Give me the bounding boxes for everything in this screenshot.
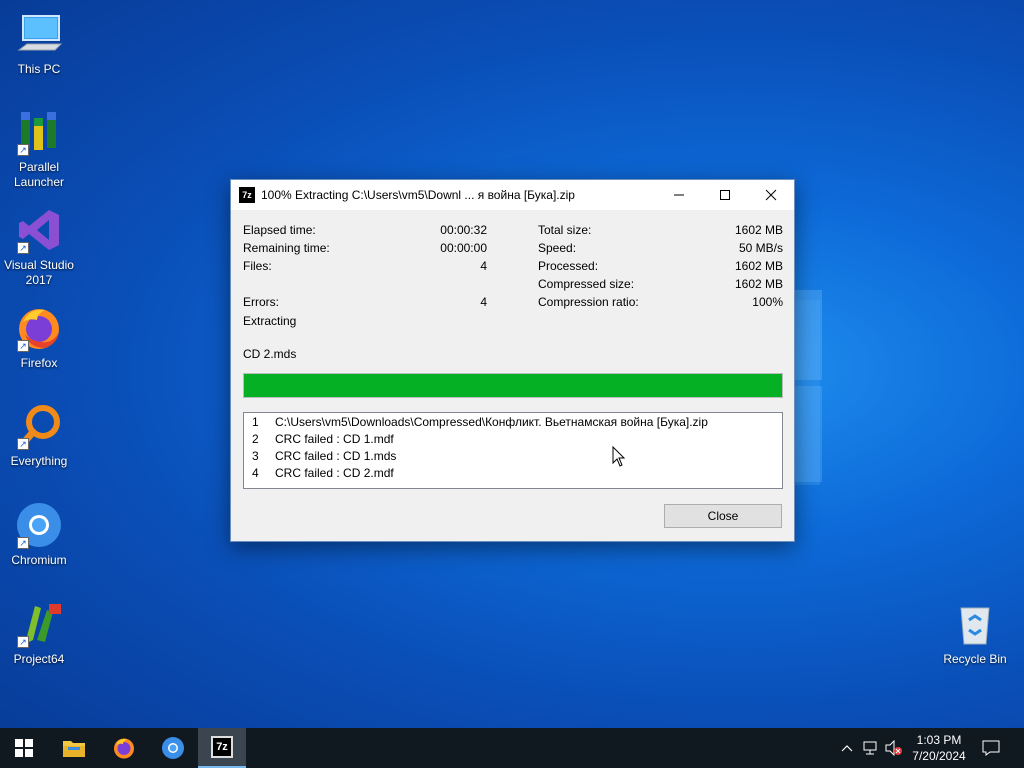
taskbar: 7z 1:03 PM 7/20/2024 xyxy=(0,728,1024,768)
maximize-button[interactable] xyxy=(702,180,748,210)
compressed-size-label: Compressed size: xyxy=(538,277,635,291)
minimize-button[interactable] xyxy=(656,180,702,210)
speed-value: 50 MB/s xyxy=(738,241,783,255)
project64-icon: ↗ xyxy=(15,600,63,648)
firefox-icon xyxy=(114,738,134,759)
desktop-icon-firefox[interactable]: ↗ Firefox xyxy=(1,304,77,371)
speed-label: Speed: xyxy=(538,241,577,255)
wallpaper-window-pane xyxy=(794,386,822,482)
shortcut-arrow-icon: ↗ xyxy=(17,242,29,254)
desktop-icon-parallel-launcher[interactable]: ↗ Parallel Launcher xyxy=(1,108,77,190)
clock-time: 1:03 PM xyxy=(916,733,962,747)
firefox-icon: ↗ xyxy=(15,304,63,352)
extraction-progress-bar xyxy=(243,373,783,398)
dialog-titlebar[interactable]: 7z 100% Extracting C:\Users\vm5\Downl ..… xyxy=(231,180,794,210)
processed-value: 1602 MB xyxy=(734,259,783,273)
mouse-cursor-icon xyxy=(612,446,626,467)
visual-studio-icon: ↗ xyxy=(15,206,63,254)
action-center-button[interactable] xyxy=(978,728,1004,768)
desktop-icon-everything[interactable]: ↗ Everything xyxy=(1,402,77,469)
total-size-value: 1602 MB xyxy=(734,223,783,237)
desktop-icon-project64[interactable]: ↗ Project64 xyxy=(1,600,77,667)
recycle-bin-icon xyxy=(951,600,999,648)
shortcut-arrow-icon: ↗ xyxy=(17,636,29,648)
errors-value: 4 xyxy=(480,295,487,309)
dialog-title: 100% Extracting C:\Users\vm5\Downl ... я… xyxy=(261,188,575,202)
files-label: Files: xyxy=(243,259,272,273)
processed-label: Processed: xyxy=(538,259,599,273)
taskbar-chromium[interactable] xyxy=(149,728,197,768)
chevron-up-icon xyxy=(841,745,853,752)
everything-search-icon: ↗ xyxy=(15,402,63,450)
start-icon xyxy=(15,739,33,757)
elapsed-time-label: Elapsed time: xyxy=(243,223,316,237)
wallpaper-window-pane xyxy=(794,290,822,380)
taskbar-file-explorer[interactable] xyxy=(50,728,98,768)
desktop-icon-visual-studio[interactable]: ↗ Visual Studio 2017 xyxy=(1,206,77,288)
7zip-icon: 7z xyxy=(211,736,233,758)
error-message-list[interactable]: 1 C:\Users\vm5\Downloads\Compressed\Конф… xyxy=(243,412,783,489)
maximize-icon xyxy=(720,190,730,200)
7zip-icon: 7z xyxy=(239,187,255,203)
start-button[interactable] xyxy=(0,728,48,768)
elapsed-time-value: 00:00:32 xyxy=(440,223,487,237)
taskbar-clock[interactable]: 1:03 PM 7/20/2024 xyxy=(900,728,978,768)
desktop-icon-this-pc[interactable]: This PC xyxy=(1,10,77,77)
network-tray-button[interactable] xyxy=(861,728,881,768)
taskbar-firefox[interactable] xyxy=(100,728,148,768)
progress-bar-fill xyxy=(244,374,782,397)
shortcut-arrow-icon: ↗ xyxy=(17,340,29,352)
show-hidden-icons-button[interactable] xyxy=(838,728,856,768)
notification-icon xyxy=(982,740,1000,756)
shortcut-arrow-icon: ↗ xyxy=(17,144,29,156)
file-explorer-icon xyxy=(63,741,85,757)
minimize-icon xyxy=(674,194,684,196)
taskbar-7zip[interactable]: 7z xyxy=(198,728,246,768)
compressed-size-value: 1602 MB xyxy=(734,277,783,291)
status-text: Extracting xyxy=(243,314,297,328)
remaining-time-label: Remaining time: xyxy=(243,241,330,255)
remaining-time-value: 00:00:00 xyxy=(440,241,487,255)
close-button[interactable]: Close xyxy=(664,504,782,528)
shortcut-arrow-icon: ↗ xyxy=(17,537,29,549)
close-icon xyxy=(765,189,777,201)
extract-progress-dialog: 7z 100% Extracting C:\Users\vm5\Downl ..… xyxy=(230,179,795,542)
desktop-icon-chromium[interactable]: ↗ Chromium xyxy=(1,501,77,568)
total-size-label: Total size: xyxy=(538,223,592,237)
chromium-icon: ↗ xyxy=(15,501,63,549)
errors-label: Errors: xyxy=(243,295,279,309)
desktop-icon-recycle-bin[interactable]: Recycle Bin xyxy=(937,600,1013,667)
window-close-button[interactable] xyxy=(748,180,794,210)
network-icon xyxy=(863,741,877,755)
shortcut-arrow-icon: ↗ xyxy=(17,438,29,450)
chromium-icon xyxy=(162,737,184,759)
files-value: 4 xyxy=(480,259,487,273)
computer-icon xyxy=(15,10,63,58)
parallel-launcher-icon: ↗ xyxy=(15,108,63,156)
compression-ratio-label: Compression ratio: xyxy=(538,295,639,309)
compression-ratio-value: 100% xyxy=(752,295,783,309)
current-file-name: CD 2.mds xyxy=(243,347,297,361)
clock-date: 7/20/2024 xyxy=(912,749,966,763)
